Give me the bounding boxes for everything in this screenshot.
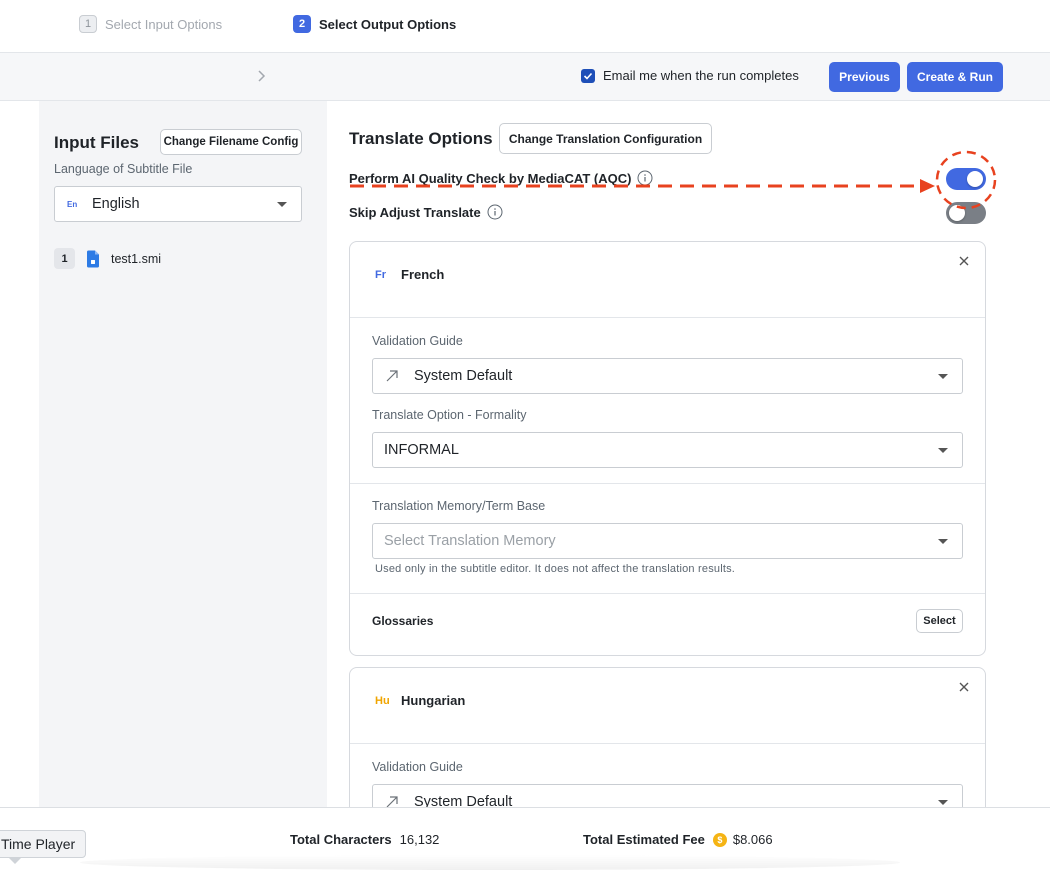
chevron-down-icon [938,800,948,805]
close-icon[interactable] [957,254,971,268]
email-notify-label: Email me when the run completes [603,68,799,83]
validation-guide-label: Validation Guide [372,334,463,348]
translation-memory-select[interactable]: Select Translation Memory [372,523,963,559]
step-number: 2 [293,15,311,33]
total-characters-label: Total Characters [290,832,392,847]
footer-shadow [80,855,900,870]
language-code-icon: En [67,199,78,209]
validation-guide-select[interactable]: System Default [372,358,963,394]
card-language: Fr French [375,267,444,282]
total-fee-value: $8.066 [732,832,773,847]
subtitle-language-select[interactable]: En English [54,186,302,222]
validation-guide-label: Validation Guide [372,760,463,774]
translation-memory-hint: Used only in the subtitle editor. It doe… [375,563,736,575]
email-notify-option[interactable]: Email me when the run completes [581,68,799,83]
skip-adjust-toggle[interactable] [946,202,986,224]
chevron-down-icon [938,374,948,379]
change-translation-config-button[interactable]: Change Translation Configuration [499,123,712,154]
close-icon[interactable] [957,680,971,694]
language-card-hungarian: Hu Hungarian Validation Guide System Def… [349,667,986,827]
glossaries-label: Glossaries [372,614,434,628]
step-label: Select Input Options [105,16,223,32]
divider [350,483,985,484]
skip-adjust-label: Skip Adjust Translate [349,204,481,220]
translation-memory-placeholder: Select Translation Memory [384,533,556,549]
card-language-name: French [401,267,445,282]
aqc-option: Perform AI Quality Check by MediaCAT (AQ… [349,170,653,186]
time-player-tooltip[interactable]: Time Player [0,830,86,858]
file-icon [87,250,99,267]
formality-label: Translate Option - Formality [372,408,527,422]
aqc-label: Perform AI Quality Check by MediaCAT (AQ… [349,170,632,186]
file-name: test1.smi [111,251,162,266]
step-select-input-options[interactable]: 1 Select Input Options [79,15,222,33]
tooltip-tail [8,857,22,864]
language-code-icon: Fr [375,268,386,281]
chevron-down-icon [938,539,948,544]
step-label: Select Output Options [319,16,457,32]
file-list-item[interactable]: 1 test1.smi [54,248,161,269]
subtitle-language-label: Language of Subtitle File [54,162,193,176]
translation-memory-label: Translation Memory/Term Base [372,499,546,513]
card-header: Hu Hungarian [350,668,985,744]
chevron-down-icon [277,202,287,207]
email-notify-checkbox[interactable] [581,68,595,83]
skip-adjust-option: Skip Adjust Translate [349,204,503,220]
aqc-toggle[interactable] [946,168,986,190]
change-filename-config-button[interactable]: Change Filename Config [160,129,302,155]
formality-value: INFORMAL [384,442,459,458]
card-language-name: Hungarian [401,693,466,708]
language-card-french: Fr French Validation Guide System Defaul… [349,241,986,656]
file-index: 1 [54,248,75,269]
toggle-knob [949,205,965,221]
language-code-icon: Hu [375,694,390,707]
step-select-output-options[interactable]: 2 Select Output Options [293,15,456,33]
card-language: Hu Hungarian [375,693,465,708]
validation-guide-value: System Default [414,368,513,384]
chevron-right-icon [258,70,266,82]
subtitle-language-value: English [92,196,140,212]
total-characters-value: 16,132 [399,832,440,847]
chevron-down-icon [938,448,948,453]
total-fee-label: Total Estimated Fee [583,832,705,847]
total-estimated-fee: Total Estimated Fee $ $8.066 [583,832,773,847]
formality-select[interactable]: INFORMAL [372,432,963,468]
create-and-run-button[interactable]: Create & Run [907,62,1003,92]
card-header: Fr French [350,242,985,318]
glossaries-select-button[interactable]: Select [916,609,963,633]
previous-button[interactable]: Previous [829,62,900,92]
info-icon[interactable] [487,204,503,220]
toggle-knob [967,171,983,187]
translate-options-title: Translate Options [349,129,493,148]
arrow-up-right-icon [386,370,398,382]
input-files-title: Input Files [54,133,139,152]
check-icon [583,72,593,80]
step-number: 1 [79,15,97,33]
total-characters: Total Characters 16,132 [290,832,439,847]
divider [350,593,985,594]
coin-icon: $ [712,832,727,847]
annotation-arrowhead [920,179,935,193]
info-icon[interactable] [637,170,653,186]
